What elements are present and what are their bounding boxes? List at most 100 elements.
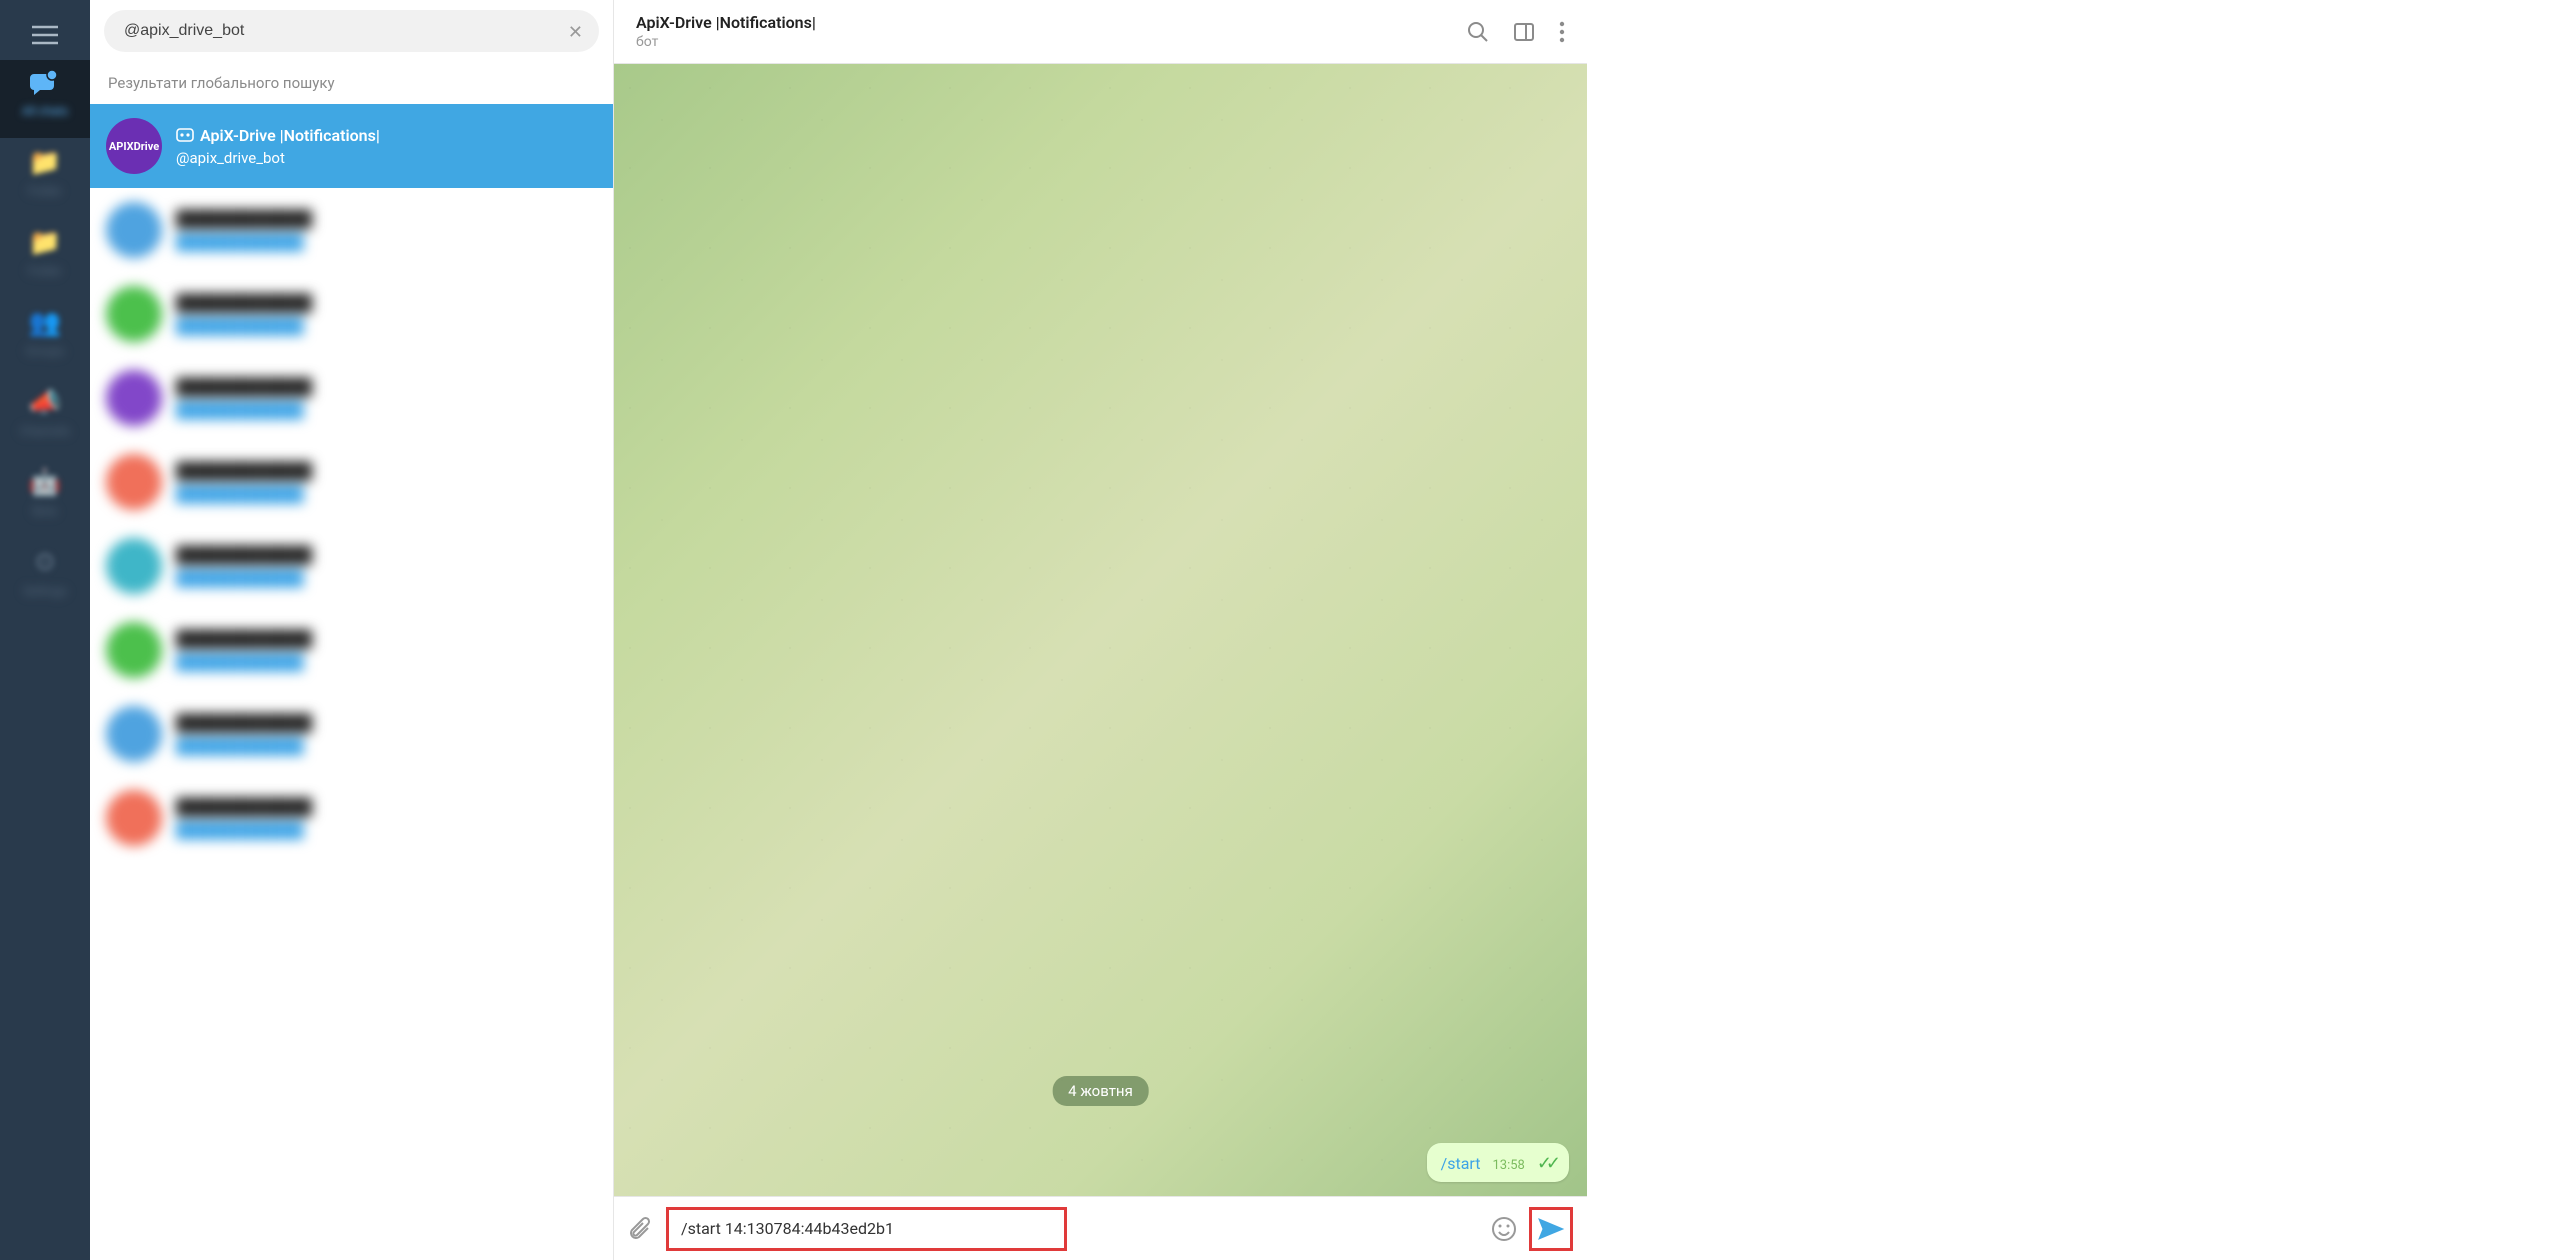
composer (614, 1196, 1587, 1260)
search-input[interactable] (104, 10, 599, 52)
people-icon: 👥 (29, 308, 61, 338)
result-meta: ████████████████████████ (176, 293, 312, 335)
result-meta: ████████████████████████ (176, 797, 312, 839)
result-meta: ████████████ ████████████ (176, 629, 312, 671)
result-title: ████████████ (176, 545, 312, 565)
chat-header-title: ApiX-Drive |Notifications| (636, 13, 1467, 32)
nav-label: Groups (26, 344, 65, 358)
result-meta: ████████████ ████████████ (176, 377, 312, 419)
avatar (106, 790, 162, 846)
avatar (106, 370, 162, 426)
result-title: ████████████ (176, 629, 312, 649)
result-title: ████████████ (176, 797, 312, 817)
result-title: ████████████ (176, 377, 312, 397)
search-in-chat-button[interactable] (1467, 21, 1489, 43)
search-result-blurred[interactable]: ████████████ ████████████ (90, 440, 613, 524)
emoji-button[interactable] (1491, 1216, 1517, 1242)
avatar (106, 622, 162, 678)
paperclip-icon (628, 1216, 654, 1242)
send-icon (1537, 1217, 1565, 1241)
result-subtitle: ████████████ (176, 485, 312, 503)
sidebar-toggle-button[interactable] (1513, 21, 1535, 43)
result-meta: ████████████ ████████████ (176, 545, 312, 587)
search-result-blurred[interactable]: ████████████ ████████████ (90, 524, 613, 608)
result-title: ████████████ (176, 461, 312, 481)
panel-icon (1513, 21, 1535, 43)
result-title: ████████████ (176, 713, 312, 733)
result-meta: ████████████ ████████████ (176, 461, 312, 503)
avatar (106, 454, 162, 510)
nav-item-bots[interactable]: 🤖 Bots (0, 458, 90, 538)
search-icon (1467, 21, 1489, 43)
nav-item-all-chats[interactable]: All chats (0, 60, 90, 138)
folder-icon: 📁 (29, 148, 61, 178)
avatar (106, 286, 162, 342)
chat-header-actions (1467, 21, 1565, 43)
chat-list-panel: ✕ Результати глобального пошуку APIXDriv… (90, 0, 614, 1260)
nav-item-folder-2[interactable]: 📁 Folder (0, 218, 90, 298)
nav-label: Folder (28, 184, 61, 198)
bot-badge-icon (176, 128, 194, 142)
avatar (106, 538, 162, 594)
hamburger-icon (32, 25, 58, 45)
message-time: 13:58 (1492, 1158, 1524, 1173)
nav-item-channels[interactable]: 📣 Channels (0, 378, 90, 458)
message-text: /start (1441, 1154, 1481, 1173)
search-result-blurred[interactable]: ████████████ ████████████ (90, 692, 613, 776)
avatar (106, 202, 162, 258)
chat-area: ApiX-Drive |Notifications| бот 4 жовтня … (614, 0, 1587, 1260)
nav-item-groups[interactable]: 👥 Groups (0, 298, 90, 378)
nav-label: Bots (33, 504, 57, 518)
search-result-blurred[interactable]: ████████████ ████████████ (90, 188, 613, 272)
chat-header-info[interactable]: ApiX-Drive |Notifications| бот (636, 13, 1467, 50)
clear-search-icon[interactable]: ✕ (568, 22, 583, 43)
attach-button[interactable] (628, 1216, 654, 1242)
send-button[interactable] (1529, 1207, 1573, 1251)
search-wrap: ✕ (90, 0, 613, 62)
result-title-text: ApiX-Drive |Notifications| (200, 126, 380, 145)
message-outgoing[interactable]: /start 13:58 ✓✓ (1427, 1143, 1569, 1182)
nav-label: All chats (22, 104, 68, 118)
result-meta: ApiX-Drive |Notifications| @apix_drive_b… (176, 126, 380, 167)
search-result-blurred[interactable]: ████████████ ████████████ (90, 608, 613, 692)
megaphone-icon: 📣 (29, 388, 61, 418)
message-input[interactable] (666, 1207, 1067, 1251)
nav-item-folder-1[interactable]: 📁 Folder (0, 138, 90, 218)
settings-icon: ⚙ (33, 548, 56, 578)
chats-icon (28, 70, 62, 98)
avatar (106, 706, 162, 762)
menu-button[interactable] (15, 10, 75, 60)
avatar: APIXDrive (106, 118, 162, 174)
bot-icon: 🤖 (29, 468, 61, 498)
folder-icon: 📁 (29, 228, 61, 258)
dots-vertical-icon (1559, 21, 1565, 43)
result-subtitle: ████████████ (176, 233, 312, 251)
result-subtitle: ████████████ (176, 401, 312, 419)
result-title: ████████████ (176, 293, 312, 313)
result-title: ApiX-Drive |Notifications| (176, 126, 380, 145)
app-root: All chats 📁 Folder 📁 Folder 👥 Groups 📣 C… (0, 0, 2560, 1260)
search-result-blurred[interactable]: ████████████ ████████████ (90, 356, 613, 440)
chat-background-pattern (614, 64, 1587, 1196)
chat-header: ApiX-Drive |Notifications| бот (614, 0, 1587, 64)
search-result-selected[interactable]: APIXDrive ApiX-Drive |Notifications| @ap… (90, 104, 613, 188)
result-subtitle: ████████████ (176, 653, 312, 671)
nav-rail: All chats 📁 Folder 📁 Folder 👥 Groups 📣 C… (0, 0, 90, 1260)
smile-icon (1491, 1216, 1517, 1242)
result-subtitle: ████████████ (176, 737, 312, 755)
nav-item-settings[interactable]: ⚙ Settings (0, 538, 90, 618)
more-menu-button[interactable] (1559, 21, 1565, 43)
nav-label: Settings (23, 584, 67, 598)
search-result-blurred[interactable]: ████████████████████████ (90, 776, 613, 860)
blank-area (1587, 0, 2560, 1260)
read-checks-icon: ✓✓ (1537, 1153, 1555, 1174)
message-input-wrap (666, 1207, 1067, 1251)
result-title: ████████████ (176, 209, 312, 229)
nav-label: Channels (20, 424, 70, 438)
date-chip: 4 жовтня (1052, 1076, 1149, 1106)
chat-body[interactable]: 4 жовтня /start 13:58 ✓✓ (614, 64, 1587, 1196)
result-subtitle: ████████████ (176, 569, 312, 587)
search-result-blurred[interactable]: ████████████████████████ (90, 272, 613, 356)
result-meta: ████████████ ████████████ (176, 209, 312, 251)
nav-label: Folder (28, 264, 61, 278)
